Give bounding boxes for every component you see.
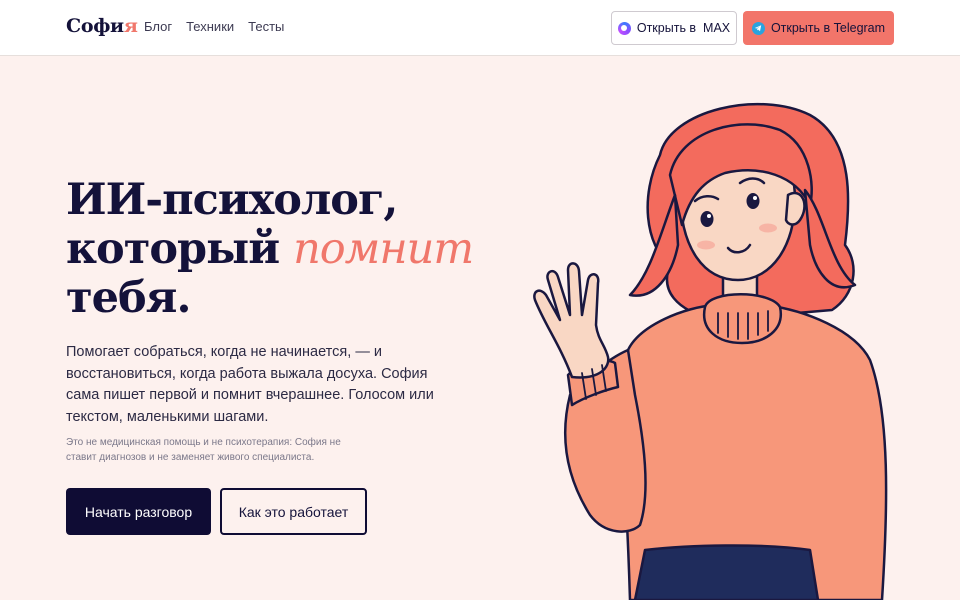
nav-tests-link[interactable]: Тесты [248, 19, 284, 34]
nav-techniques-link[interactable]: Техники [186, 19, 234, 34]
open-in-telegram-label: Открыть в Telegram [770, 21, 886, 35]
telegram-icon [751, 21, 765, 35]
hero-title-accent: помнит [293, 224, 474, 274]
waving-girl-illustration [510, 95, 930, 600]
logo[interactable]: София [66, 15, 138, 37]
main-nav: Блог Техники Тесты [144, 19, 284, 34]
how-it-works-button[interactable]: Как это работает [220, 488, 367, 535]
hero-title: ИИ-психолог, который помнит тебя. [66, 175, 474, 323]
start-conversation-button[interactable]: Начать разговор [66, 488, 211, 535]
site-header: София Блог Техники Тесты Открыть в MAX О… [0, 0, 960, 56]
open-in-max-button[interactable]: Открыть в MAX [611, 11, 737, 45]
disclaimer-note: Это не медицинская помощь и не психотера… [66, 437, 341, 463]
max-icon [617, 21, 631, 35]
open-in-max-label: Открыть в MAX [636, 21, 731, 35]
hero-description: Помогает собраться, когда не начинается,… [66, 344, 434, 425]
open-in-telegram-button[interactable]: Открыть в Telegram [743, 11, 894, 45]
nav-blog-link[interactable]: Блог [144, 19, 172, 34]
